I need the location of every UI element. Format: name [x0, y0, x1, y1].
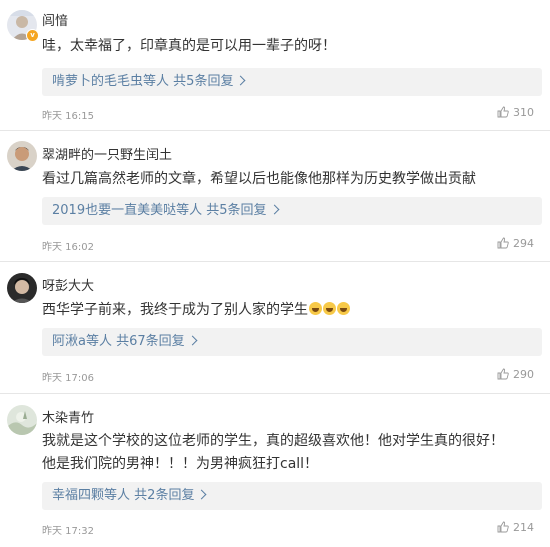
like-button[interactable]: 294: [497, 237, 534, 250]
reply-summary[interactable]: 幸福四颗等人 共2条回复: [42, 482, 542, 510]
like-button[interactable]: 214: [497, 521, 534, 534]
thumbs-up-icon: [497, 237, 509, 249]
laughing-emoji-icon: [309, 302, 322, 315]
reply-summary[interactable]: 啃萝卜的毛毛虫等人 共5条回复: [42, 68, 542, 96]
laughing-emoji-icon: [337, 302, 350, 315]
reply-suffix: 等人: [85, 334, 112, 349]
comment-item: 木染青竹 我就是这个学校的这位老师的学生，真的超级喜欢他！他对学生真的很好！ 他…: [0, 394, 550, 547]
comment-text: 哇，太幸福了，印章真的是可以用一辈子的呀！: [42, 38, 336, 54]
reply-count-link[interactable]: 共2条回复: [134, 488, 194, 503]
reply-summary[interactable]: 阿湫a等人 共67条回复: [42, 328, 542, 356]
comment-time: 昨天 16:15: [42, 111, 94, 122]
comment-time: 昨天 17:06: [42, 373, 94, 384]
comment-text-line: 他是我们院的男神！！！为男神疯狂打call！: [42, 456, 319, 472]
username[interactable]: 呀彭大大: [42, 275, 94, 294]
reply-user-link[interactable]: 幸福四颗: [52, 488, 104, 503]
username[interactable]: 闾愔: [42, 10, 68, 29]
avatar[interactable]: [7, 141, 37, 171]
reply-count-link[interactable]: 共67条回复: [116, 334, 185, 349]
avatar[interactable]: [7, 405, 37, 435]
like-button[interactable]: 310: [497, 106, 534, 119]
comment-item: 呀彭大大 西华学子前来，我终于成为了别人家的学生 阿湫a等人 共67条回复 昨天…: [0, 262, 550, 393]
reply-user-link[interactable]: 阿湫a: [52, 334, 86, 349]
like-count: 310: [513, 106, 534, 119]
like-button[interactable]: 290: [497, 368, 534, 381]
comment-time: 昨天 17:32: [42, 526, 94, 537]
avatar[interactable]: [7, 273, 37, 303]
reply-user-link[interactable]: 2019也要一直美美哒: [52, 203, 176, 218]
thumbs-up-icon: [497, 521, 509, 533]
thumbs-up-icon: [497, 368, 509, 380]
chevron-right-icon: [197, 489, 207, 500]
verified-badge-icon: v: [26, 29, 39, 42]
comment-text: 看过几篇高然老师的文章，希望以后也能像他那样为历史教学做出贡献: [42, 171, 476, 187]
comment-text: 西华学子前来，我终于成为了别人家的学生: [42, 299, 350, 322]
chevron-right-icon: [269, 204, 279, 215]
like-count: 290: [513, 368, 534, 381]
username[interactable]: 木染青竹: [42, 407, 94, 426]
reply-user-link[interactable]: 啃萝卜的毛毛虫: [52, 74, 143, 89]
like-count: 294: [513, 237, 534, 250]
comment-time: 昨天 16:02: [42, 242, 94, 253]
reply-count-link[interactable]: 共5条回复: [206, 203, 266, 218]
comment-item: v 闾愔 哇，太幸福了，印章真的是可以用一辈子的呀！ 啃萝卜的毛毛虫等人 共5条…: [0, 0, 550, 130]
like-count: 214: [513, 521, 534, 534]
username[interactable]: 翠湖畔的一只野生闰土: [42, 144, 172, 163]
comment-text-line: 我就是这个学校的这位老师的学生，真的超级喜欢他！他对学生真的很好！: [42, 433, 504, 449]
reply-summary[interactable]: 2019也要一直美美哒等人 共5条回复: [42, 197, 542, 225]
thumbs-up-icon: [497, 106, 509, 118]
chevron-right-icon: [187, 335, 198, 346]
comment-item: 翠湖畔的一只野生闰土 看过几篇高然老师的文章，希望以后也能像他那样为历史教学做出…: [0, 131, 550, 261]
chevron-right-icon: [236, 75, 246, 86]
reply-suffix: 等人: [104, 488, 131, 503]
comment-text-line: 西华学子前来，我终于成为了别人家的学生: [42, 302, 308, 318]
reply-suffix: 等人: [143, 74, 170, 89]
reply-suffix: 等人: [176, 203, 203, 218]
laughing-emoji-icon: [323, 302, 336, 315]
reply-count-link[interactable]: 共5条回复: [173, 74, 233, 89]
